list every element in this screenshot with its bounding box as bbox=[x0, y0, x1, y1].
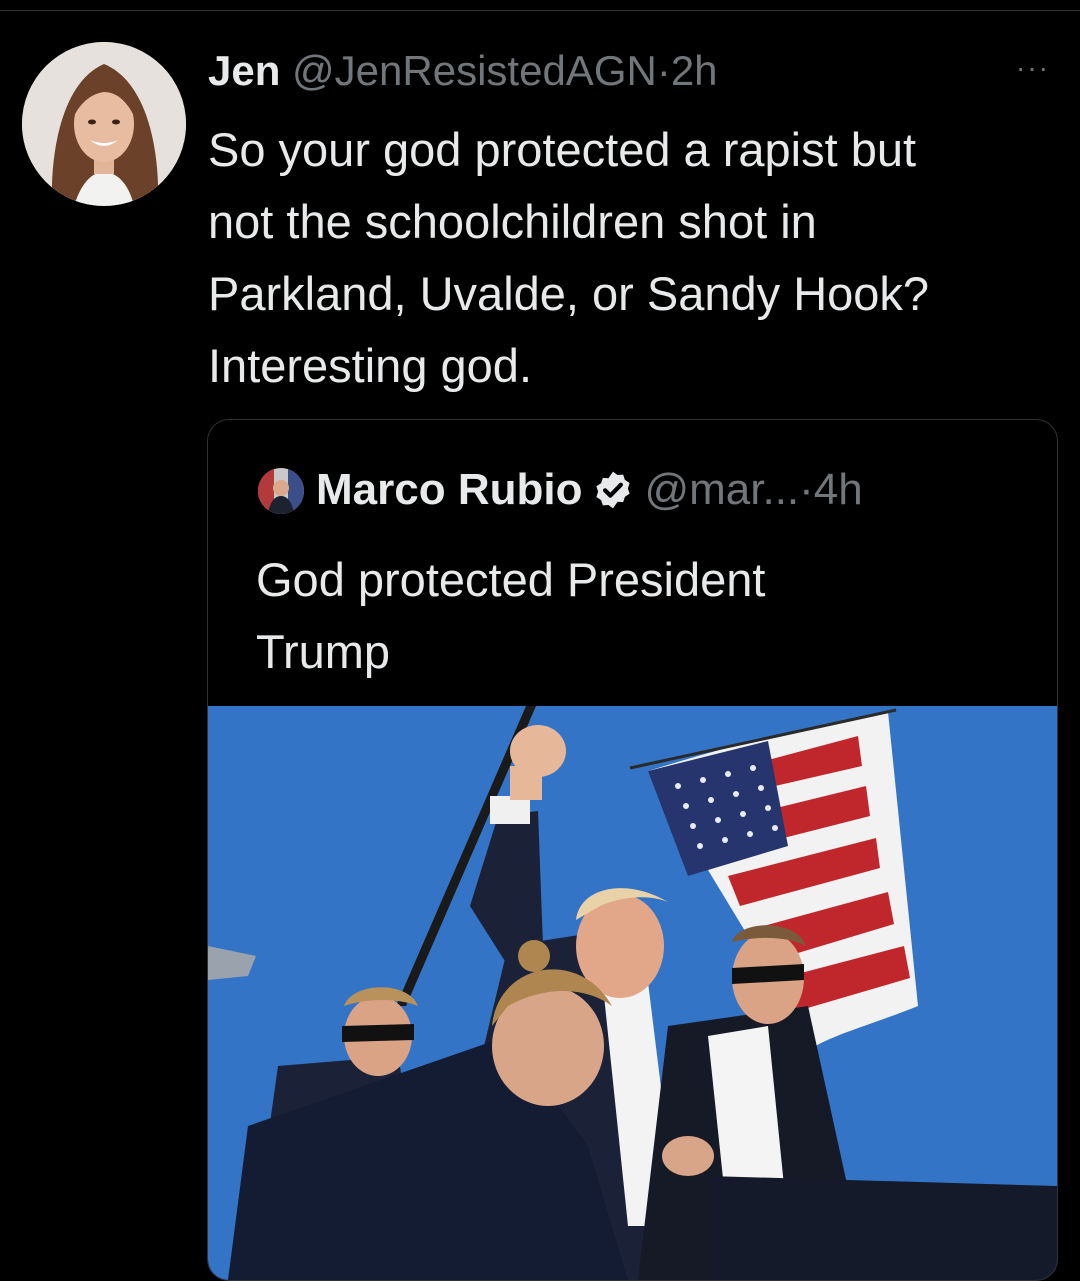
quoted-handle[interactable]: @mar... bbox=[644, 464, 799, 516]
verified-badge-icon bbox=[596, 471, 631, 509]
top-divider bbox=[0, 10, 1080, 11]
tweet-header: Jen @JenResistedAGN·2h bbox=[208, 46, 718, 96]
quoted-tweet[interactable]: Marco Rubio @mar... · 4h God protected Pre… bbox=[207, 419, 1058, 1281]
more-options-icon[interactable]: ··· bbox=[1016, 52, 1050, 84]
profile-photo-icon bbox=[22, 42, 186, 206]
quoted-display-name[interactable]: Marco Rubio bbox=[316, 464, 582, 516]
handle[interactable]: @JenResistedAGN bbox=[292, 47, 657, 94]
tweet-photo-image[interactable] bbox=[208, 706, 1057, 1280]
quoted-separator: · bbox=[799, 465, 814, 514]
timestamp[interactable]: 2h bbox=[671, 47, 718, 94]
separator: · bbox=[656, 47, 671, 94]
display-name[interactable]: Jen bbox=[208, 47, 280, 94]
tweet-text: So your god protected a rapist but not t… bbox=[208, 123, 930, 392]
avatar[interactable] bbox=[22, 42, 186, 206]
quoted-timestamp[interactable]: 4h bbox=[814, 464, 863, 516]
quoted-tweet-text: God protected President Trump bbox=[256, 553, 766, 678]
quoted-header: Marco Rubio @mar... · 4h bbox=[258, 464, 863, 516]
